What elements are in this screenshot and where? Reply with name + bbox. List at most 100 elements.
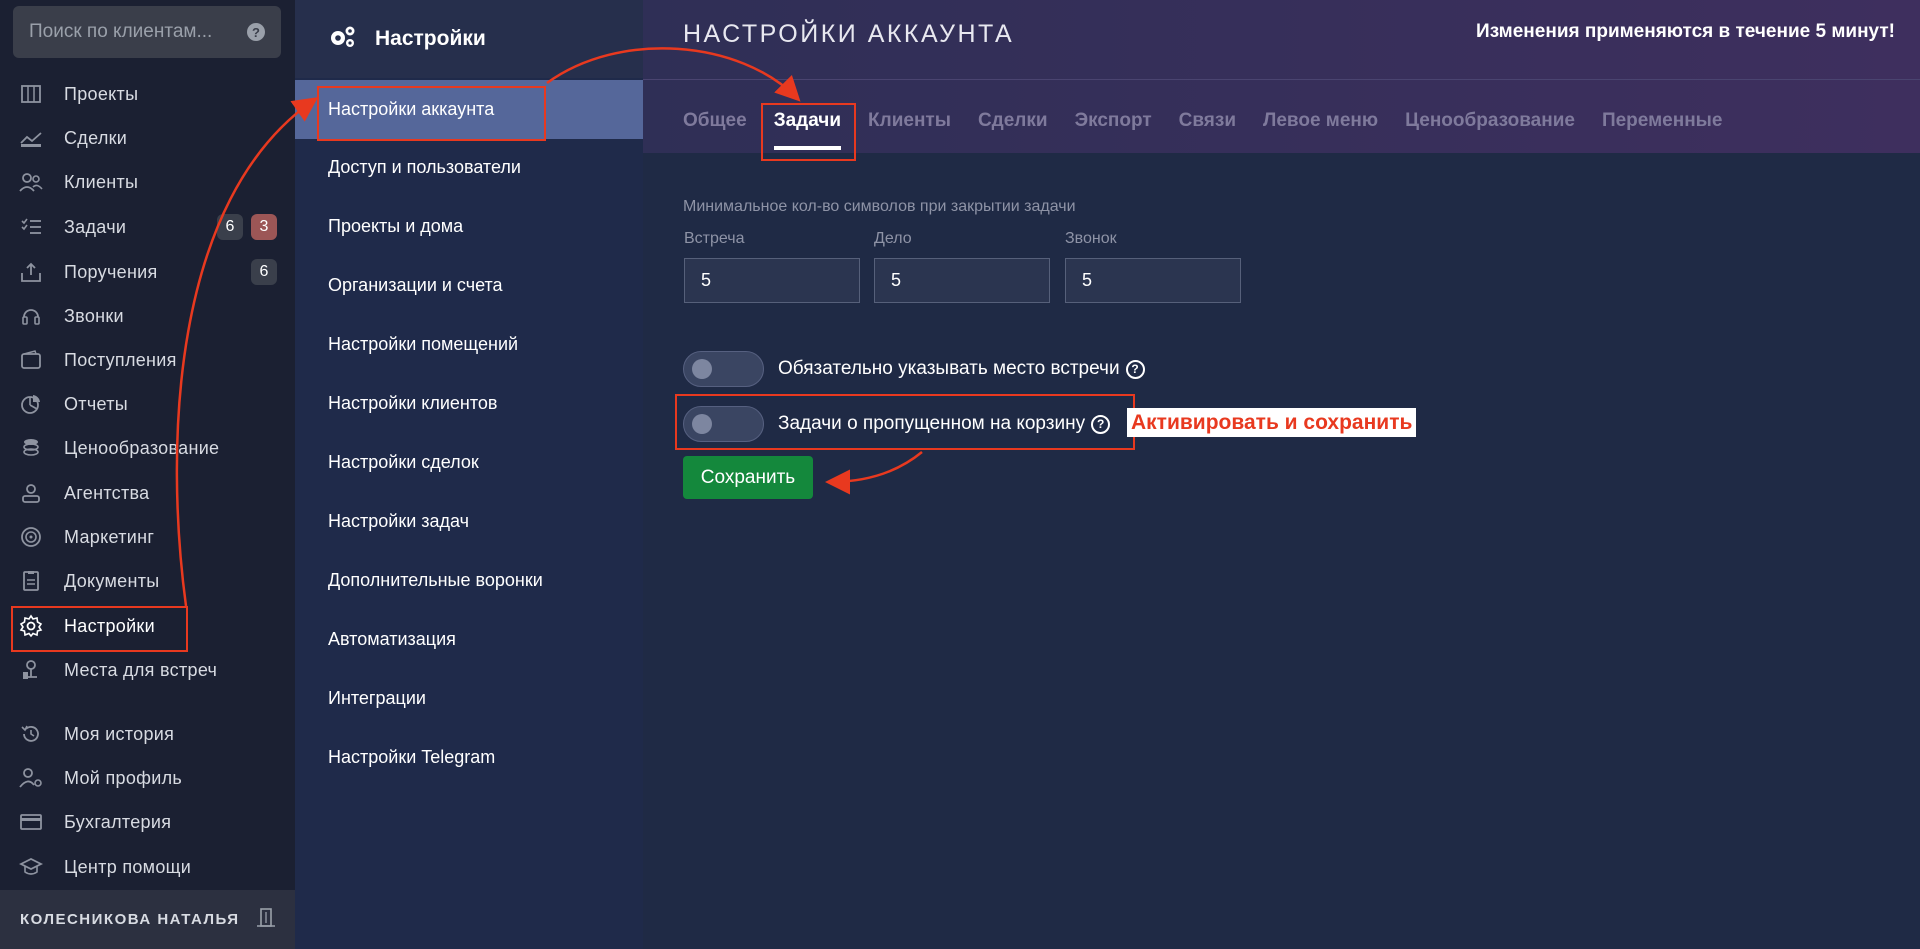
user-bar[interactable]: КОЛЕСНИКОВА НАТАЛЬЯ [0,890,295,949]
page-title: НАСТРОЙКИ АККАУНТА [683,20,1015,48]
meeting-place-toggle-label: Обязательно указывать место встречи [778,358,1120,379]
settings-item-integrations[interactable]: Интеграции [295,669,643,728]
annotation-box-toggle [675,394,1135,450]
annotation-box-account [317,86,546,141]
nav-item-label: Проекты [64,83,139,104]
tab-deals[interactable]: Сделки [978,110,1048,132]
tab-variables[interactable]: Переменные [1602,110,1723,132]
notice-text: Изменения применяются в течение 5 минут! [1476,21,1895,42]
tab-export[interactable]: Экспорт [1075,110,1152,132]
help-icon[interactable]: ? [247,23,265,41]
nav-item-label: Поручения [64,261,158,282]
nav-item-label: Документы [64,570,160,591]
settings-item-funnels[interactable]: Дополнительные воронки [295,551,643,610]
nav-item-calls[interactable]: Звонки [0,296,295,336]
settings-item-deals[interactable]: Настройки сделок [295,433,643,492]
nav-item-documents[interactable]: Документы [0,561,295,601]
nav-item-profile[interactable]: Мой профиль [0,758,295,798]
nav-item-history[interactable]: Моя история [0,714,295,754]
pricing-icon [18,435,44,461]
nav-item-label: Поступления [64,349,177,370]
meeting-place-toggle[interactable] [683,351,764,387]
task-field-label: Дело [874,230,912,247]
save-button[interactable]: Сохранить [683,456,813,499]
settings-item-access[interactable]: Доступ и пользователи [295,138,643,197]
graduation-icon [18,854,44,880]
building-icon[interactable] [255,906,277,933]
nav-item-help-center[interactable]: Центр помощи [0,847,295,887]
nav-item-reports[interactable]: Отчеты [0,384,295,424]
nav-item-deals[interactable]: Сделки [0,118,295,158]
deals-icon [18,125,44,151]
search-placeholder: Поиск по клиентам... [29,21,213,42]
tab-left-menu[interactable]: Левое меню [1263,110,1378,132]
call-field-label: Звонок [1065,230,1117,247]
settings-item-telegram[interactable]: Настройки Telegram [295,728,643,787]
calls-icon [18,303,44,329]
tab-general[interactable]: Общее [683,110,747,132]
settings-menu: Настройки Настройки аккаунта Доступ и по… [295,0,643,949]
reports-icon [18,391,44,417]
tasks-overdue-badge: 3 [251,214,277,240]
settings-item-premises[interactable]: Настройки помещений [295,315,643,374]
nav-item-label: Бухгалтерия [64,811,172,832]
nav-item-label: Задачи [64,216,127,237]
meeting-field-label: Встреча [684,230,745,247]
tab-links[interactable]: Связи [1179,110,1236,132]
wallet-icon [18,347,44,373]
nav-item-label: Моя история [64,723,175,744]
settings-item-automation[interactable]: Автоматизация [295,610,643,669]
nav-item-label: Мой профиль [64,767,183,788]
settings-menu-header: Настройки [295,0,643,78]
nav-item-label: Отчеты [64,393,129,414]
nav-item-projects[interactable]: Проекты [0,74,295,114]
question-icon[interactable]: ? [1125,359,1145,379]
tab-clients[interactable]: Клиенты [868,110,951,132]
nav-item-tasks[interactable]: Задачи 6 3 [0,207,295,247]
user-name: КОЛЕСНИКОВА НАТАЛЬЯ [20,911,240,928]
history-icon [18,721,44,747]
card-icon [18,809,44,835]
call-min-chars-input[interactable] [1065,258,1241,303]
nav-item-clients[interactable]: Клиенты [0,162,295,202]
annotation-label: Активировать и сохранить [1127,408,1417,437]
documents-icon [18,568,44,594]
gears-icon [329,25,357,54]
tasks-icon [18,214,44,240]
agencies-icon [18,480,44,506]
tab-pricing[interactable]: Ценообразование [1405,110,1575,132]
projects-icon [18,81,44,107]
annotation-box-tasks-tab [761,103,856,161]
nav-item-meeting-places[interactable]: Места для встреч [0,650,295,690]
nav-item-agencies[interactable]: Агентства [0,473,295,513]
settings-item-tasks[interactable]: Настройки задач [295,492,643,551]
nav-item-receipts[interactable]: Поступления [0,340,295,380]
nav-item-label: Клиенты [64,171,139,192]
nav-item-marketing[interactable]: Маркетинг [0,517,295,557]
clients-icon [18,169,44,195]
min-chars-label: Минимальное кол-во символов при закрытии… [683,198,1076,215]
meeting-min-chars-input[interactable] [684,258,860,303]
nav-item-assignments[interactable]: Поручения 6 [0,252,295,292]
target-icon [18,524,44,550]
settings-item-organizations[interactable]: Организации и счета [295,256,643,315]
nav-item-label: Звонки [64,305,124,326]
toggle-row-meeting-place: Обязательно указывать место встречи ? [683,351,1145,387]
nav-item-label: Агентства [64,482,150,503]
profile-settings-icon [18,765,44,791]
tasks-count-badge: 6 [217,214,243,240]
nav-item-label: Маркетинг [64,526,155,547]
nav-item-accounting[interactable]: Бухгалтерия [0,802,295,842]
settings-item-projects[interactable]: Проекты и дома [295,197,643,256]
nav-item-label: Центр помощи [64,856,192,877]
annotation-box-settings [11,606,188,652]
settings-item-clients[interactable]: Настройки клиентов [295,374,643,433]
header-divider [643,79,1920,80]
meeting-places-icon [18,657,44,683]
task-min-chars-input[interactable] [874,258,1050,303]
nav-item-pricing[interactable]: Ценообразование [0,428,295,468]
settings-menu-title: Настройки [375,27,486,50]
main-nav: Поиск по клиентам... ? Проекты Сделки Кл… [0,0,295,949]
assignments-count-badge: 6 [251,259,277,285]
search-input[interactable]: Поиск по клиентам... ? [13,6,281,58]
